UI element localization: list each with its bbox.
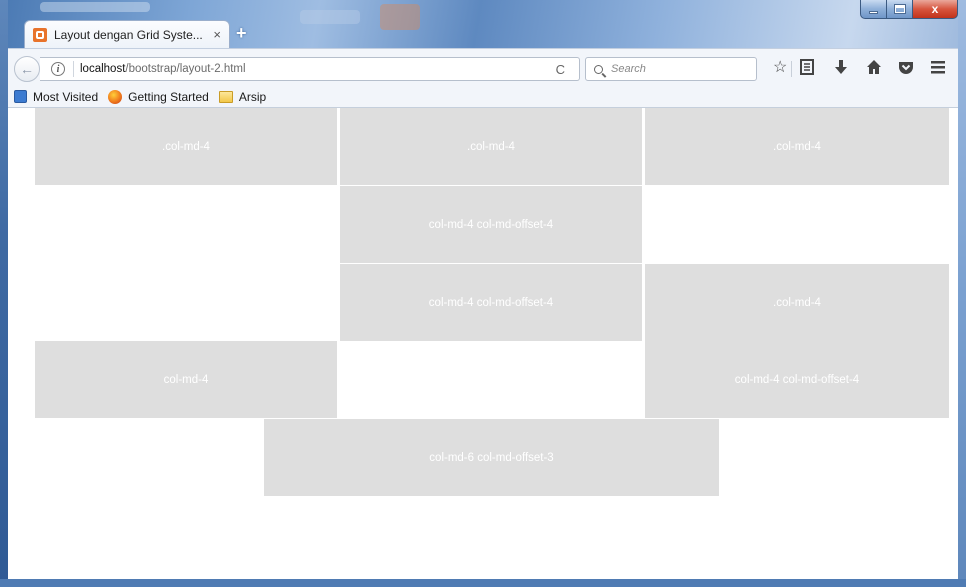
- grid-cell-label: .col-md-4: [773, 296, 821, 309]
- background-blur: [380, 4, 420, 30]
- grid-cell-label: col-md-6 col-md-offset-3: [429, 451, 554, 464]
- grid-cell-label: col-md-4 col-md-offset-4: [428, 296, 554, 309]
- grid-cell-label: col-md-4: [163, 373, 209, 386]
- new-tab-button[interactable]: +: [236, 24, 247, 42]
- reading-list-icon[interactable]: [800, 59, 814, 80]
- close-window-button[interactable]: x: [913, 0, 958, 19]
- bookmark-label: Most Visited: [33, 89, 99, 104]
- window-bottom-edge: [0, 579, 966, 587]
- firefox-icon: [108, 89, 123, 104]
- bookmark-label: Arsip: [238, 89, 267, 104]
- maximize-icon: [894, 5, 905, 13]
- download-icon[interactable]: [834, 59, 848, 80]
- grid-cell: col-md-4 col-md-offset-4: [645, 341, 949, 418]
- grid-cell: .col-md-4: [645, 108, 949, 185]
- grid-cell: col-md-4 col-md-offset-4: [340, 186, 642, 263]
- grid-cell-label: col-md-4 col-md-offset-4: [428, 218, 554, 231]
- search-placeholder: Search: [611, 63, 646, 75]
- url-separator: [73, 61, 74, 77]
- minimize-button[interactable]: [860, 0, 887, 19]
- back-arrow-icon: ←: [20, 61, 34, 77]
- minimize-icon: [869, 10, 878, 14]
- close-icon: x: [931, 2, 939, 16]
- url-path: /bootstrap/layout-2.html: [125, 63, 246, 75]
- grid-cell: .col-md-4: [35, 108, 337, 185]
- most-visited-icon: [14, 90, 27, 103]
- grid-cell: .col-md-4: [645, 264, 949, 341]
- bookmark-label: Getting Started: [128, 89, 209, 104]
- home-icon[interactable]: [866, 59, 882, 80]
- pocket-icon[interactable]: [898, 59, 914, 80]
- navigation-toolbar: ← i localhost/bootstrap/layout-2.html C …: [8, 48, 958, 86]
- bookmarks-bar: Most Visited Getting Started Arsip: [8, 86, 958, 108]
- window-controls: x: [860, 0, 958, 19]
- url-bar[interactable]: i localhost/bootstrap/layout-2.html C: [40, 57, 580, 81]
- page-content: .col-md-4 .col-md-4 .col-md-4 col-md-4 c…: [8, 108, 958, 579]
- bookmark-getting-started[interactable]: Getting Started: [108, 89, 209, 104]
- background-blur: [300, 10, 360, 24]
- url-host: localhost: [80, 63, 126, 75]
- bookmark-star-icon[interactable]: ☆: [773, 59, 787, 77]
- grid-cell: col-md-4: [35, 341, 337, 418]
- tab-title: Layout dengan Grid Syste...: [54, 27, 203, 42]
- grid-cell-label: .col-md-4: [162, 140, 210, 153]
- menu-icon[interactable]: [930, 59, 946, 80]
- tab-close-icon[interactable]: ×: [213, 27, 221, 42]
- grid-cell-label: .col-md-4: [467, 140, 515, 153]
- bookmark-arsip[interactable]: Arsip: [218, 89, 267, 104]
- search-input[interactable]: Search: [585, 57, 757, 81]
- browser-tab[interactable]: Layout dengan Grid Syste... ×: [24, 20, 230, 48]
- background-blur: [40, 2, 150, 12]
- toolbar-divider: [791, 61, 792, 77]
- search-icon: [594, 64, 603, 74]
- window-right-edge: [958, 0, 966, 587]
- grid-cell-label: .col-md-4: [773, 140, 821, 153]
- back-button[interactable]: ←: [14, 56, 40, 82]
- window-left-edge: [0, 0, 8, 587]
- grid-cell: col-md-4 col-md-offset-4: [340, 264, 642, 341]
- info-icon[interactable]: i: [51, 62, 65, 76]
- maximize-button[interactable]: [887, 0, 913, 19]
- folder-icon: [218, 90, 233, 103]
- bookmark-most-visited[interactable]: Most Visited: [14, 90, 98, 104]
- grid-cell: col-md-6 col-md-offset-3: [264, 419, 719, 496]
- reload-icon[interactable]: C: [556, 62, 565, 77]
- xampp-favicon-icon: [33, 27, 47, 42]
- grid-cell-label: col-md-4 col-md-offset-4: [734, 373, 860, 386]
- grid-cell: .col-md-4: [340, 108, 642, 185]
